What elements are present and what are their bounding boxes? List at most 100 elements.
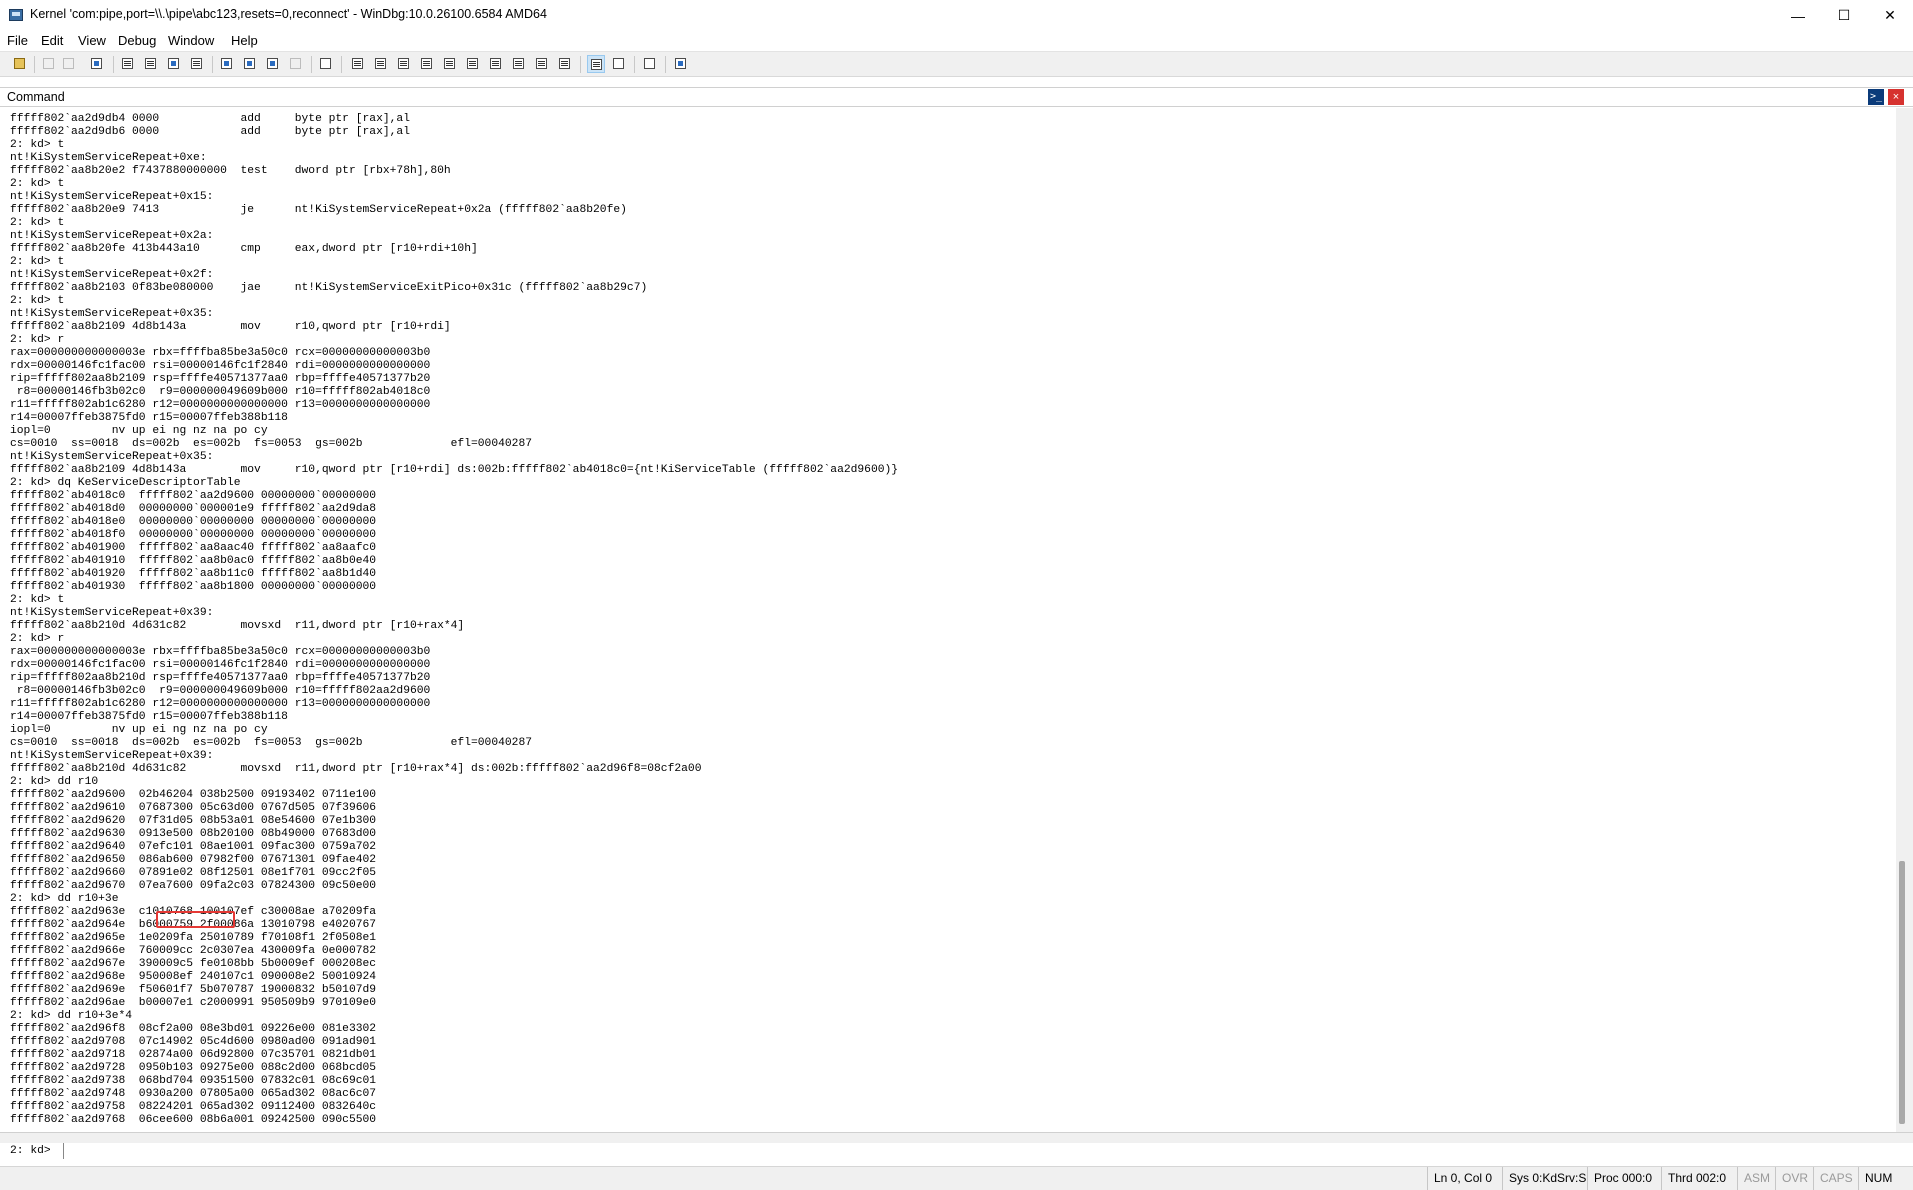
output-line: 2: kd> dd r10+3e (10, 893, 119, 905)
output-input-splitter[interactable] (0, 1132, 1913, 1143)
output-line: fffff802`ab4018d0 00000000`000001e9 ffff… (10, 503, 377, 515)
output-line: iopl=0 nv up ei ng nz na po cy (10, 425, 268, 437)
copy-icon[interactable] (60, 55, 78, 73)
output-line: rax=000000000000003e rbx=ffffba85be3a50c… (10, 646, 431, 658)
menu-file[interactable]: File (7, 33, 28, 48)
output-line: fffff802`aa8b20fe 413b443a10 cmp eax,dwo… (10, 243, 478, 255)
scrollbar-thumb[interactable] (1899, 861, 1905, 1124)
call-stack-window-icon[interactable] (464, 55, 482, 73)
break-icon[interactable] (188, 55, 206, 73)
output-line: nt!KiSystemServiceRepeat+0x2a: (10, 230, 214, 242)
memory-window-2-icon[interactable] (533, 55, 551, 73)
output-line: r8=00000146fb3b02c0 r9=000000049609b000 … (10, 386, 431, 398)
command-input[interactable] (63, 1143, 1903, 1159)
status-thrd: Thrd 002:0 (1661, 1167, 1737, 1190)
step-out-icon[interactable] (264, 55, 282, 73)
windbg-app-icon[interactable] (9, 9, 23, 21)
output-line: fffff802`aa2d9718 02874a00 06d92800 07c3… (10, 1049, 377, 1061)
output-line: fffff802`aa2d9768 06cee600 08b6a001 0924… (10, 1114, 377, 1126)
output-line: 2: kd> r (10, 334, 65, 346)
scratch-pad-2-icon[interactable] (556, 55, 574, 73)
minimize-button[interactable]: — (1775, 0, 1821, 31)
output-line: nt!KiSystemServiceRepeat+0x35: (10, 308, 214, 320)
go-icon[interactable] (119, 55, 137, 73)
command-window-title: Command (7, 90, 65, 104)
memory-window-icon[interactable] (441, 55, 459, 73)
locals-window-icon[interactable] (395, 55, 413, 73)
options-icon[interactable] (672, 55, 690, 73)
status-bar: Ln 0, Col 0 Sys 0:KdSrv:S Proc 000:0 Thr… (0, 1166, 1913, 1190)
cut-icon[interactable] (40, 55, 58, 73)
output-line: fffff802`aa2d966e 760009cc 2c0307ea 4300… (10, 945, 377, 957)
output-line: fffff802`aa2d96f8 08cf2a00 08e3bd01 0922… (10, 1023, 377, 1035)
close-button[interactable]: ✕ (1867, 0, 1913, 31)
title-bar: Kernel 'com:pipe,port=\\.\pipe\abc123,re… (0, 0, 1913, 31)
menu-help[interactable]: Help (231, 33, 258, 48)
stop-debugging-icon[interactable] (165, 55, 183, 73)
menu-debug[interactable]: Debug (118, 33, 156, 48)
menu-bar: File Edit View Debug Window Help (0, 31, 1913, 51)
maximize-button[interactable]: ☐ (1821, 0, 1867, 31)
output-line: fffff802`aa8b20e9 7413 je nt!KiSystemSer… (10, 204, 627, 216)
source-mode-on-icon[interactable] (587, 55, 605, 73)
menu-window[interactable]: Window (168, 33, 214, 48)
menu-edit[interactable]: Edit (41, 33, 63, 48)
disassembly-window-icon[interactable] (487, 55, 505, 73)
status-sys: Sys 0:KdSrv:S (1502, 1167, 1587, 1190)
output-line: 2: kd> t (10, 139, 65, 151)
output-line: nt!KiSystemServiceRepeat+0x39: (10, 607, 214, 619)
scratch-pad-icon[interactable] (510, 55, 528, 73)
toolbar (0, 51, 1913, 77)
output-line: fffff802`aa8b210d 4d631c82 movsxd r11,dw… (10, 620, 465, 632)
restart-icon[interactable] (142, 55, 160, 73)
output-line: fffff802`aa2d9758 08224201 065ad302 0911… (10, 1101, 377, 1113)
output-line: fffff802`aa2d967e 390009c5 fe0108bb 5b00… (10, 958, 377, 970)
output-line: fffff802`aa2d9db4 0000 add byte ptr [rax… (10, 113, 410, 125)
output-line: 2: kd> dd r10 (10, 776, 99, 788)
window-title: Kernel 'com:pipe,port=\\.\pipe\abc123,re… (30, 7, 547, 21)
step-into-icon[interactable] (218, 55, 236, 73)
output-line: fffff802`aa2d969e f50601f7 5b070787 1900… (10, 984, 377, 996)
registers-window-icon[interactable] (418, 55, 436, 73)
output-line: fffff802`ab401930 fffff802`aa8b1800 0000… (10, 581, 377, 593)
menu-view[interactable]: View (78, 33, 106, 48)
output-line: fffff802`aa8b2103 0f83be080000 jae nt!Ki… (10, 282, 648, 294)
hex-mode-icon[interactable] (610, 55, 628, 73)
command-window-header: Command >_ × (0, 87, 1913, 107)
output-line: fffff802`ab4018f0 00000000`00000000 0000… (10, 529, 377, 541)
output-line: fffff802`aa2d9708 07c14902 05c4d600 0980… (10, 1036, 377, 1048)
open-folder-icon[interactable] (11, 55, 29, 73)
output-line: iopl=0 nv up ei ng nz na po cy (10, 724, 268, 736)
command-output[interactable]: fffff802`aa2d9db4 0000 add byte ptr [rax… (0, 108, 1896, 1132)
font-icon[interactable] (641, 55, 659, 73)
output-line: r14=00007ffeb3875fd0 r15=00007ffeb388b11… (10, 412, 288, 424)
output-line: rip=fffff802aa8b210d rsp=ffffe40571377aa… (10, 672, 431, 684)
toolbar-separator (311, 56, 312, 73)
output-line: 2: kd> r (10, 633, 65, 645)
run-to-cursor-icon[interactable] (287, 55, 305, 73)
highlight-box (156, 911, 235, 928)
output-line: fffff802`ab4018c0 fffff802`aa2d9600 0000… (10, 490, 377, 502)
output-line: fffff802`aa2d9600 02b46204 038b2500 0919… (10, 789, 377, 801)
command-window-close-icon[interactable]: × (1888, 89, 1904, 105)
command-prompt: 2: kd> (10, 1145, 51, 1157)
output-line: rdx=00000146fc1fac00 rsi=00000146fc1f284… (10, 659, 431, 671)
output-line: fffff802`aa2d9640 07efc101 08ae1001 09fa… (10, 841, 377, 853)
output-line: rdx=00000146fc1fac00 rsi=00000146fc1f284… (10, 360, 431, 372)
output-line: fffff802`aa2d9670 07ea7600 09fa2c03 0782… (10, 880, 377, 892)
output-line: fffff802`aa8b2109 4d8b143a mov r10,qword… (10, 321, 451, 333)
watch-window-icon[interactable] (372, 55, 390, 73)
command-window-icon[interactable] (349, 55, 367, 73)
output-line: 2: kd> dq KeServiceDescriptorTable (10, 477, 241, 489)
output-line: fffff802`ab401920 fffff802`aa8b11c0 ffff… (10, 568, 377, 580)
output-line: nt!KiSystemServiceRepeat+0x15: (10, 191, 214, 203)
source-mode-icon[interactable] (317, 55, 335, 73)
output-line: cs=0010 ss=0018 ds=002b es=002b fs=0053 … (10, 438, 533, 450)
status-position: Ln 0, Col 0 (1427, 1167, 1502, 1190)
command-window-menu-icon[interactable]: >_ (1868, 89, 1884, 105)
output-line: fffff802`aa2d9620 07f31d05 08b53a01 08e5… (10, 815, 377, 827)
output-line: fffff802`aa8b20e2 f7437880000000 test dw… (10, 165, 451, 177)
step-over-icon[interactable] (241, 55, 259, 73)
paste-icon[interactable] (88, 55, 106, 73)
output-line: nt!KiSystemServiceRepeat+0x2f: (10, 269, 214, 281)
